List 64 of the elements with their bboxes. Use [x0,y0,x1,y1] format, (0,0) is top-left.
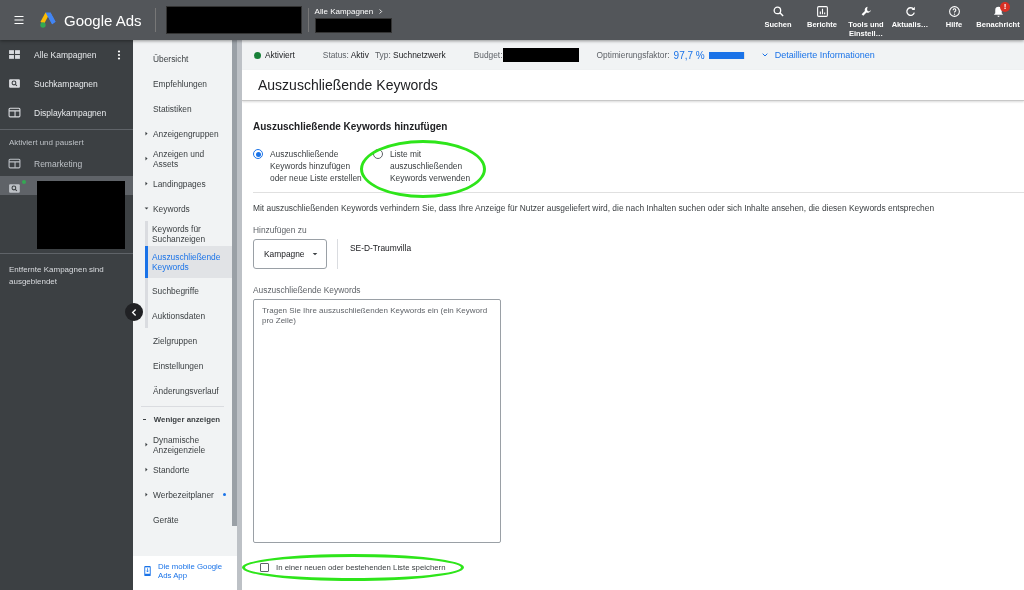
status-indicator: Aktiviert [254,50,295,60]
field-label: Hinzufügen zu [253,225,308,235]
window-icon [8,157,21,170]
keywords-input[interactable]: Tragen Sie Ihre auszuschließenden Keywords ein (ein Keyword pro Zeile) [253,299,501,543]
nav-item[interactable]: Suchbegriffe [148,278,232,303]
nav-item[interactable]: Empfehlungen [133,71,232,96]
chevron-right-icon [377,8,385,15]
google-ads-logo-icon [38,10,58,30]
section-heading: Auszuschließende Keywords hinzufügen [253,121,449,132]
summary-text: Optimierungsfaktor: [596,50,670,60]
nav-item[interactable]: Werbezeitplaner [133,482,232,507]
sidebar-item[interactable]: Displaykampagnen [0,98,133,127]
campaign-item[interactable]: Remarketing [0,151,133,176]
chevron-down-icon [760,51,769,59]
nav-item[interactable]: Geräte [133,507,232,532]
radio-option[interactable]: Liste mit auszuschließenden Keywords verwenden [373,148,483,184]
collapse-button[interactable] [125,303,143,321]
summary-text: Budget: [473,50,503,60]
chart-icon [815,5,829,18]
optimization-score: 97,7 % [673,49,705,61]
search-icon [771,5,785,18]
wrench-icon [859,5,873,18]
nav-item[interactable]: Keywords für Suchanzeigen [148,221,232,246]
info-text: Entfernte Kampagnen sind ausgeblendet [8,264,105,288]
nav-item[interactable]: Keywords [133,196,232,221]
details-link[interactable]: Detaillierte Informationen [760,50,875,60]
description-text: Mit auszuschließenden Keywords verhindern Sie, dass Ihre Anzeige für Nutzer ausgeliefert wird, die nach Inhalten suchen oder sich Inhalte ansehen, die diesen Keywords entsprechen [253,203,936,213]
nav-item[interactable]: Zielgruppen [133,328,232,353]
grid-icon [8,48,21,61]
breadcrumb-link[interactable]: Alle Kampagnen [314,7,392,16]
progress-bar [708,51,745,59]
nav-item[interactable]: Anzeigen und Assets [133,146,232,171]
level-dropdown[interactable]: Kampagne [253,239,327,269]
nav-item[interactable]: Auszuschließende Keywords [145,246,232,278]
campaign-name: SE-D-Traumvilla [350,243,412,253]
chevron-left-icon [129,307,139,317]
section-label: Aktiviert und pausiert [8,137,85,149]
search-icon [8,182,21,195]
sidebar-item[interactable]: Suchkampagnen [0,69,133,98]
caret-down-icon [310,250,319,258]
radio-option[interactable]: Auszuschließende Keywords hinzufügen oder neue Liste erstellen [253,148,363,184]
nav-item[interactable]: Anzeigengruppen [133,121,232,146]
window-icon [8,106,21,119]
summary-text: Status: Aktiv [322,50,369,60]
nav-item[interactable]: Auktionsdaten [148,303,232,328]
refresh-icon [903,5,917,18]
notification-badge: ! [1000,2,1010,12]
menu-icon[interactable] [12,14,26,26]
summary-text: Typ: Suchnetzwerk [374,50,446,60]
nav-item[interactable]: Änderungsverlauf [133,378,232,403]
nav-item[interactable]: Übersicht [133,46,232,71]
campaign-item[interactable] [0,176,133,249]
app-name: Google Ads [64,11,142,29]
nav-item[interactable]: Einstellungen [133,353,232,378]
page-title: Auszuschließende Keywords [242,70,1024,101]
search-icon [8,77,21,90]
field-label: Auszuschließende Keywords [253,285,362,295]
help-icon [947,5,961,18]
nav-item[interactable]: Landingpages [133,171,232,196]
nav-item[interactable]: Standorte [133,457,232,482]
bell-icon [991,5,1005,18]
nav-item[interactable]: Dynamische Anzeigenziele [133,432,232,457]
sidebar-item[interactable]: Alle Kampagnen [0,40,133,69]
nav-item[interactable]: Statistiken [133,96,232,121]
